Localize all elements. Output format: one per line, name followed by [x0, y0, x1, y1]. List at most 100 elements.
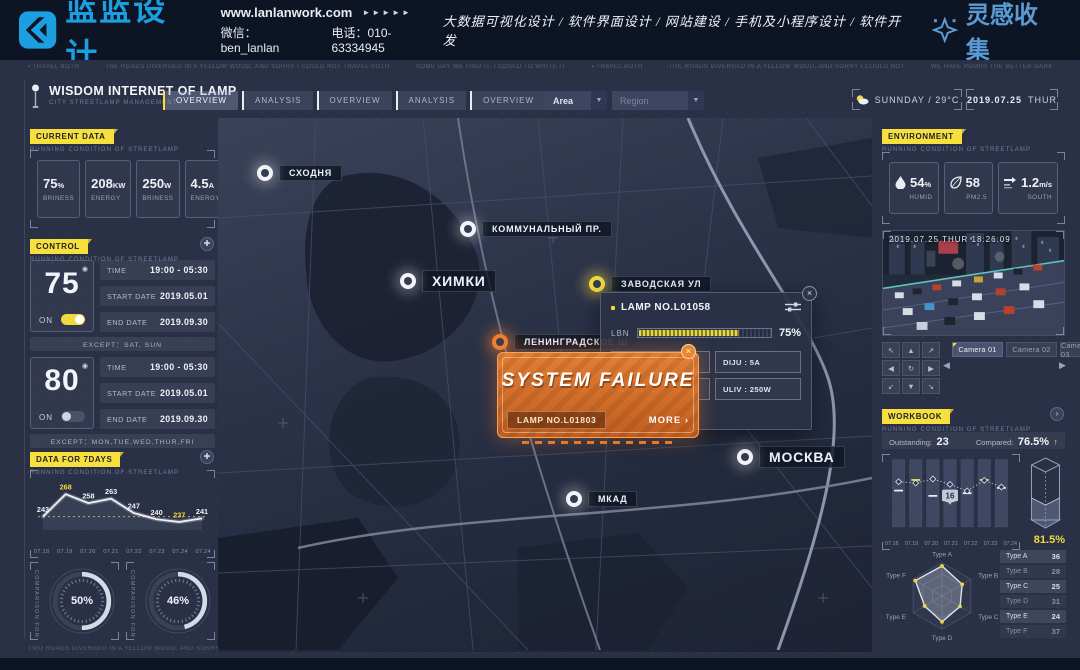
website-link[interactable]: www.lanlanwork.com	[221, 5, 353, 20]
leaf-icon	[950, 176, 962, 189]
control-tag: CONTROL	[30, 239, 88, 254]
environment-panel-header: ENVIRONMENT RUNNING CONDITION OF STREETL…	[882, 126, 1031, 153]
inspiration-collect[interactable]: 灵感收集	[932, 0, 1060, 65]
pan-up-icon[interactable]: ▲	[902, 342, 920, 358]
popup-lamp-id: LAMP NO.L01058	[621, 302, 711, 313]
type-a-row[interactable]: Type A36	[1000, 550, 1066, 563]
schedule1-end-row[interactable]: END DATE2019.09.30	[100, 312, 215, 332]
tab-overview-2[interactable]: OVERVIEW	[317, 91, 392, 110]
camera-02-button[interactable]: Camera 02	[1006, 342, 1057, 357]
droplet-icon	[895, 176, 906, 189]
type-d-row[interactable]: Type D31	[1000, 595, 1066, 608]
current-data-tag: CURRENT DATA	[30, 129, 114, 144]
settings-sliders-icon[interactable]	[785, 302, 801, 312]
contact-block: www.lanlanwork.com ►►►►► 微信：ben_lanlan 电…	[221, 5, 443, 55]
pan-left-icon[interactable]: ◀	[882, 360, 900, 376]
dimmer-75-box: ◉ 75 ON	[30, 260, 94, 332]
tab-analysis-1[interactable]: ANALYSIS	[242, 91, 313, 110]
schedule1-toggle[interactable]	[61, 314, 85, 325]
workbook-more-button[interactable]: ›	[1050, 407, 1064, 421]
tab-overview-3[interactable]: OVERVIEW	[470, 91, 545, 110]
workbook-stats-row: Outstanding: 23 Compared: 76.5% ↑	[882, 432, 1065, 449]
schedule2-end-row[interactable]: END DATE2019.09.30	[100, 409, 215, 429]
sun-cloud-icon	[855, 94, 869, 105]
map-label-khimki[interactable]: ХИМКИ	[400, 270, 496, 292]
pan-down-left-icon[interactable]: ↙	[882, 378, 900, 394]
camera-prev-icon[interactable]: ◀	[943, 360, 950, 371]
map-label-kommunalny[interactable]: КОММУНАЛЬНЫЙ ПР.	[460, 221, 612, 237]
camera-01-button[interactable]: Camera 01	[952, 342, 1003, 357]
camera-next-icon[interactable]: ▶	[1059, 360, 1066, 371]
schedule1-start-row[interactable]: START DATE2019.05.01	[100, 286, 215, 306]
pan-right-icon[interactable]: ▶	[922, 360, 940, 376]
chevron-down-icon: ▼	[688, 91, 704, 110]
type-c-row[interactable]: Type C25	[1000, 580, 1066, 593]
week-chart-svg: 243268258263247240237241	[36, 474, 209, 542]
alert-lamp-id: LAMP NO.L01803	[507, 411, 606, 429]
week-axis-label: 07.21	[103, 549, 119, 555]
phone-label: 电话：010-63334945	[331, 24, 442, 55]
svg-text:241: 241	[196, 507, 208, 516]
workbook-panel-header: WORKBOOK RUNNING CONDITION OF STREETLAMP	[882, 406, 1031, 433]
lbn-progress-bar[interactable]	[637, 328, 772, 338]
hazard-stripe-decoration	[522, 441, 672, 444]
current-data-panel: 75% BRINESS 208KW ENERGY 250W BRINESS 4.…	[30, 150, 215, 228]
region-select[interactable]: Region ▼	[612, 91, 704, 110]
stat-briness-w: 250W BRINESS	[136, 160, 179, 218]
week-axis-label: 07.20	[80, 549, 96, 555]
field-current: DIJU : 5A	[715, 351, 801, 373]
date-widget: 2019.07.25 THUR	[966, 89, 1058, 110]
schedule1-except: EXCEPT：SAT, SUN	[30, 337, 215, 351]
schedule2-toggle[interactable]	[61, 411, 85, 422]
alert-close-icon[interactable]: ×	[681, 344, 696, 359]
sparkle-star-icon	[932, 17, 957, 43]
week-axis-label: 07.22	[126, 549, 142, 555]
map-label-skhodnya[interactable]: СХОДНЯ	[257, 165, 342, 181]
pan-up-right-icon[interactable]: ↗	[922, 342, 940, 358]
camera-03-button[interactable]: Camera 03	[1060, 342, 1080, 357]
type-b-row[interactable]: Type B28	[1000, 565, 1066, 578]
up-arrow-icon: ↑	[1054, 437, 1059, 447]
type-e-row[interactable]: Type E24	[1000, 610, 1066, 623]
lamp-pin-icon	[566, 491, 582, 507]
popup-close-icon[interactable]: ×	[802, 286, 817, 301]
comparison-gauge-1: COMPARISON FOR 50%	[30, 562, 119, 640]
pan-down-right-icon[interactable]: ↘	[922, 378, 940, 394]
dashboard: TRAVEL BOTHTHE ROADS DIVERGED IN A YELLO…	[0, 60, 1080, 658]
alert-more-button[interactable]: MORE ›	[649, 415, 689, 426]
tab-analysis-2[interactable]: ANALYSIS	[396, 91, 467, 110]
lamp-pin-icon	[460, 221, 476, 237]
week-line-chart: 243268258263247240237241 07.1807.1907.20…	[30, 470, 215, 558]
arrows-decoration: ►►►►►	[362, 8, 412, 17]
type-list: Type A36 Type B28 Type C25 Type D31 Type…	[1000, 550, 1066, 638]
control-add-button[interactable]: ✚	[200, 237, 214, 251]
date-value: 2019.07.25	[967, 95, 1022, 105]
camera-dpad: ↖ ▲ ↗ ◀ ↻ ▶ ↙ ▼ ↘	[882, 342, 940, 394]
schedule2-start-row[interactable]: START DATE2019.05.01	[100, 383, 215, 403]
map-label-zavodskaya[interactable]: ЗАВОДСКАЯ УЛ	[589, 276, 711, 292]
pan-down-icon[interactable]: ▼	[902, 378, 920, 394]
weather-widget: SUNNDAY / 29°C	[852, 89, 962, 110]
schedule2-time-row[interactable]: TIME19:00 - 05:30	[100, 357, 215, 377]
stat-briness-pct: 75% BRINESS	[37, 160, 80, 218]
camera-feed-image	[883, 231, 1064, 336]
reset-view-icon[interactable]: ↻	[902, 360, 920, 376]
environment-tag: ENVIRONMENT	[882, 129, 962, 144]
svg-text:258: 258	[82, 492, 94, 501]
lamp-pin-icon	[400, 273, 416, 289]
week-add-button[interactable]: ✚	[200, 450, 214, 464]
type-f-row[interactable]: Type F37	[1000, 625, 1066, 638]
stat-wind: 1.2m/s SOUTH	[998, 162, 1058, 214]
schedule1-time-row[interactable]: TIME19:00 - 05:30	[100, 260, 215, 280]
camera-feed[interactable]: 2019.07.25 THUR 18:26:09	[882, 230, 1065, 336]
area-select[interactable]: Area ▼	[545, 91, 607, 110]
lbn-percent: 75%	[779, 327, 801, 339]
week-axis-label: 07.23	[149, 549, 165, 555]
tab-overview-1[interactable]: OVERVIEW	[163, 91, 238, 110]
map-label-mkad[interactable]: МКАД	[566, 491, 637, 507]
pan-up-left-icon[interactable]: ↖	[882, 342, 900, 358]
workbook-bar-chart: 16 07.1807.1907.2007.2107.2207.2307.24	[882, 454, 1020, 550]
services-list: 大数据可视化设计 / 软件界面设计 / 网站建设 / 手机及小程序设计 / 软件…	[443, 11, 907, 49]
map-label-moskva[interactable]: МОСКВА	[737, 446, 845, 468]
lamp-pin-icon-yellow	[589, 276, 605, 292]
